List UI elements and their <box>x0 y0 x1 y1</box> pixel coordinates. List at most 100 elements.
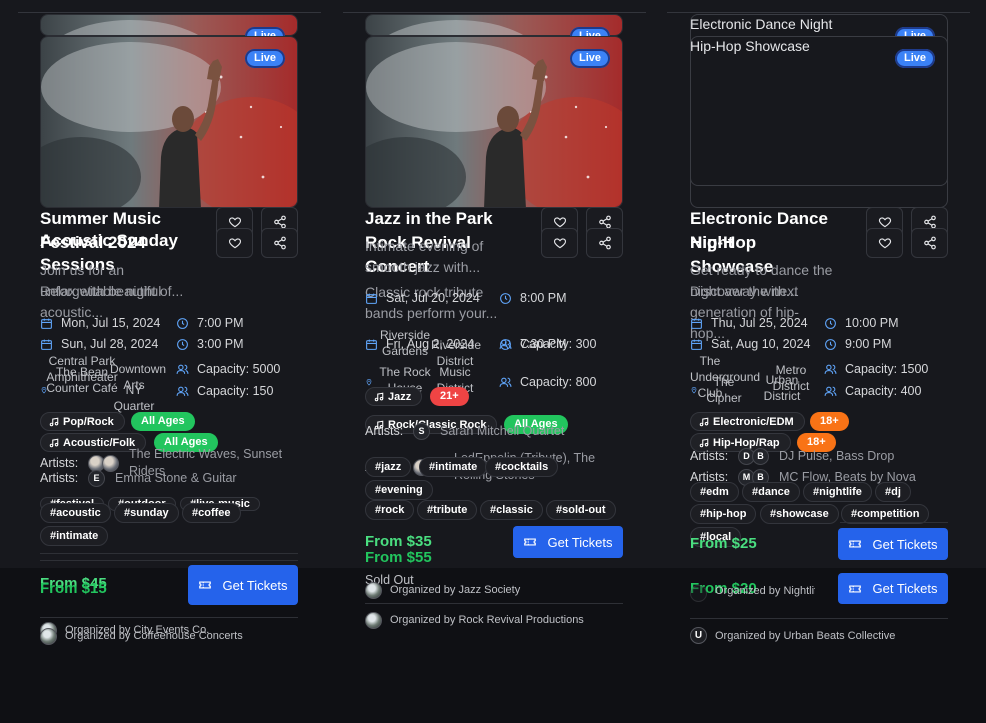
organizer-name[interactable]: Organized by Jazz Society <box>390 584 520 596</box>
ticket-icon <box>848 582 862 596</box>
price: From $25 <box>690 535 757 552</box>
ticket-icon <box>198 578 212 592</box>
share-button[interactable] <box>911 228 948 258</box>
music-icon <box>49 438 59 448</box>
genre-badge: Jazz <box>365 387 423 406</box>
organizer-name[interactable]: Organized by Urban Beats Collective <box>715 630 895 642</box>
tag[interactable]: #cocktails <box>485 457 559 477</box>
heart-icon <box>228 215 242 229</box>
divider <box>690 618 948 619</box>
artist-names: Emma Stone & Guitar <box>115 471 237 485</box>
tag[interactable]: #evening <box>365 480 433 500</box>
organizer-name[interactable]: Organized by Rock Revival Productions <box>390 614 584 626</box>
share-icon <box>273 215 287 229</box>
event-description: Discover the next generation of hip-hop.… <box>690 283 799 341</box>
age-badge: 18+ <box>810 412 849 431</box>
share-icon <box>923 215 937 229</box>
tag[interactable]: #jazz <box>365 457 412 477</box>
heart-icon <box>878 236 892 250</box>
organizer-avatar <box>690 585 707 602</box>
heart-icon <box>553 236 567 250</box>
get-tickets-button[interactable]: Get Tickets <box>838 528 948 560</box>
district: NY Quarter <box>113 383 155 413</box>
divider <box>840 522 948 523</box>
tag[interactable]: #classic <box>480 500 543 520</box>
ticket-icon <box>523 535 537 549</box>
live-badge: Live <box>570 49 611 68</box>
event-column-3: Electronic Dance Night Live Hip-Hop Show… <box>690 0 948 723</box>
get-tickets-button[interactable]: Get Tickets <box>513 526 623 558</box>
artist-avatar: S <box>413 423 430 440</box>
organizer-name[interactable]: Organized by Coffeehouse Concerts <box>65 630 243 642</box>
favorite-button[interactable] <box>866 228 903 258</box>
tag[interactable]: #rock <box>365 500 415 520</box>
event-description: Intimate evening of smooth jazz with... <box>365 238 484 275</box>
event-column-1: Live Live Summer Music Festival 2024 Aco… <box>40 0 298 723</box>
artist-names: Sarah Mitchell Quartet <box>440 424 565 438</box>
tag[interactable]: #tribute <box>417 500 478 520</box>
calendar-icon <box>365 292 378 305</box>
tag[interactable]: #intimate <box>40 526 109 546</box>
calendar-icon <box>690 317 703 330</box>
tag[interactable]: #showcase <box>760 504 839 524</box>
price: From $35 <box>365 533 432 550</box>
get-tickets-button[interactable]: Get Tickets <box>838 573 948 604</box>
share-icon <box>273 236 287 250</box>
music-icon <box>699 438 709 448</box>
users-icon <box>824 385 837 398</box>
artists-label: Artists: <box>365 424 404 438</box>
tag[interactable]: #sunday <box>114 503 179 523</box>
share-button[interactable] <box>586 228 623 258</box>
calendar-icon <box>40 338 53 351</box>
calendar-icon <box>690 338 703 351</box>
tag[interactable]: #nightlife <box>803 482 872 502</box>
district: Urban District <box>763 373 801 403</box>
favorite-button[interactable] <box>216 228 253 258</box>
favorite-button[interactable] <box>541 228 578 258</box>
tag[interactable]: #acoustic <box>40 503 111 523</box>
share-icon <box>598 236 612 250</box>
share-button[interactable] <box>261 228 298 258</box>
music-icon <box>699 417 709 427</box>
artists-label: Artists: <box>40 456 79 470</box>
age-badge: All Ages <box>131 412 195 431</box>
clock-icon <box>824 338 837 351</box>
venue: Riverside Gardens <box>379 328 430 358</box>
live-badge: Live <box>895 49 936 68</box>
share-icon <box>923 236 937 250</box>
get-tickets-button[interactable]: Get Tickets <box>188 565 298 605</box>
event-title[interactable]: Jazz in the Park <box>365 207 535 231</box>
share-icon <box>598 215 612 229</box>
artists-label: Artists: <box>690 449 729 463</box>
tag[interactable]: #coffee <box>182 503 241 523</box>
users-icon <box>176 385 189 398</box>
genre-badge: Pop/Rock <box>40 412 125 431</box>
heart-icon <box>228 236 242 250</box>
venue: The Cipher <box>706 375 742 405</box>
tag[interactable]: #intimate <box>419 457 488 477</box>
organizer-avatar <box>365 582 382 599</box>
venue: The Bean Counter Café <box>46 365 118 395</box>
organizer-name[interactable]: Organized by Nightlife Pro <box>715 585 815 597</box>
tag[interactable]: #dj <box>875 482 911 502</box>
tag[interactable]: #competition <box>841 504 930 524</box>
music-icon <box>374 392 384 402</box>
broken-image-alt: Hip-Hop Showcase <box>690 38 810 54</box>
artist-names: DJ Pulse, Bass Drop <box>779 449 895 463</box>
divider <box>40 553 298 554</box>
organizer-avatar <box>365 612 382 629</box>
organizer-avatar <box>40 628 57 645</box>
divider <box>365 603 623 604</box>
calendar-icon <box>40 317 53 330</box>
tag[interactable]: #dance <box>742 482 800 502</box>
tag[interactable]: #hip-hop <box>690 504 757 524</box>
ticket-icon <box>848 537 862 551</box>
tag[interactable]: #edm <box>690 482 739 502</box>
broken-image-alt: Electronic Dance Night <box>690 16 833 32</box>
tag[interactable]: #sold-out <box>546 500 616 520</box>
artist-avatar: E <box>88 470 105 487</box>
users-icon <box>499 338 512 351</box>
clock-icon <box>176 338 189 351</box>
users-icon <box>824 363 837 376</box>
organizer-avatar: U <box>690 627 707 644</box>
